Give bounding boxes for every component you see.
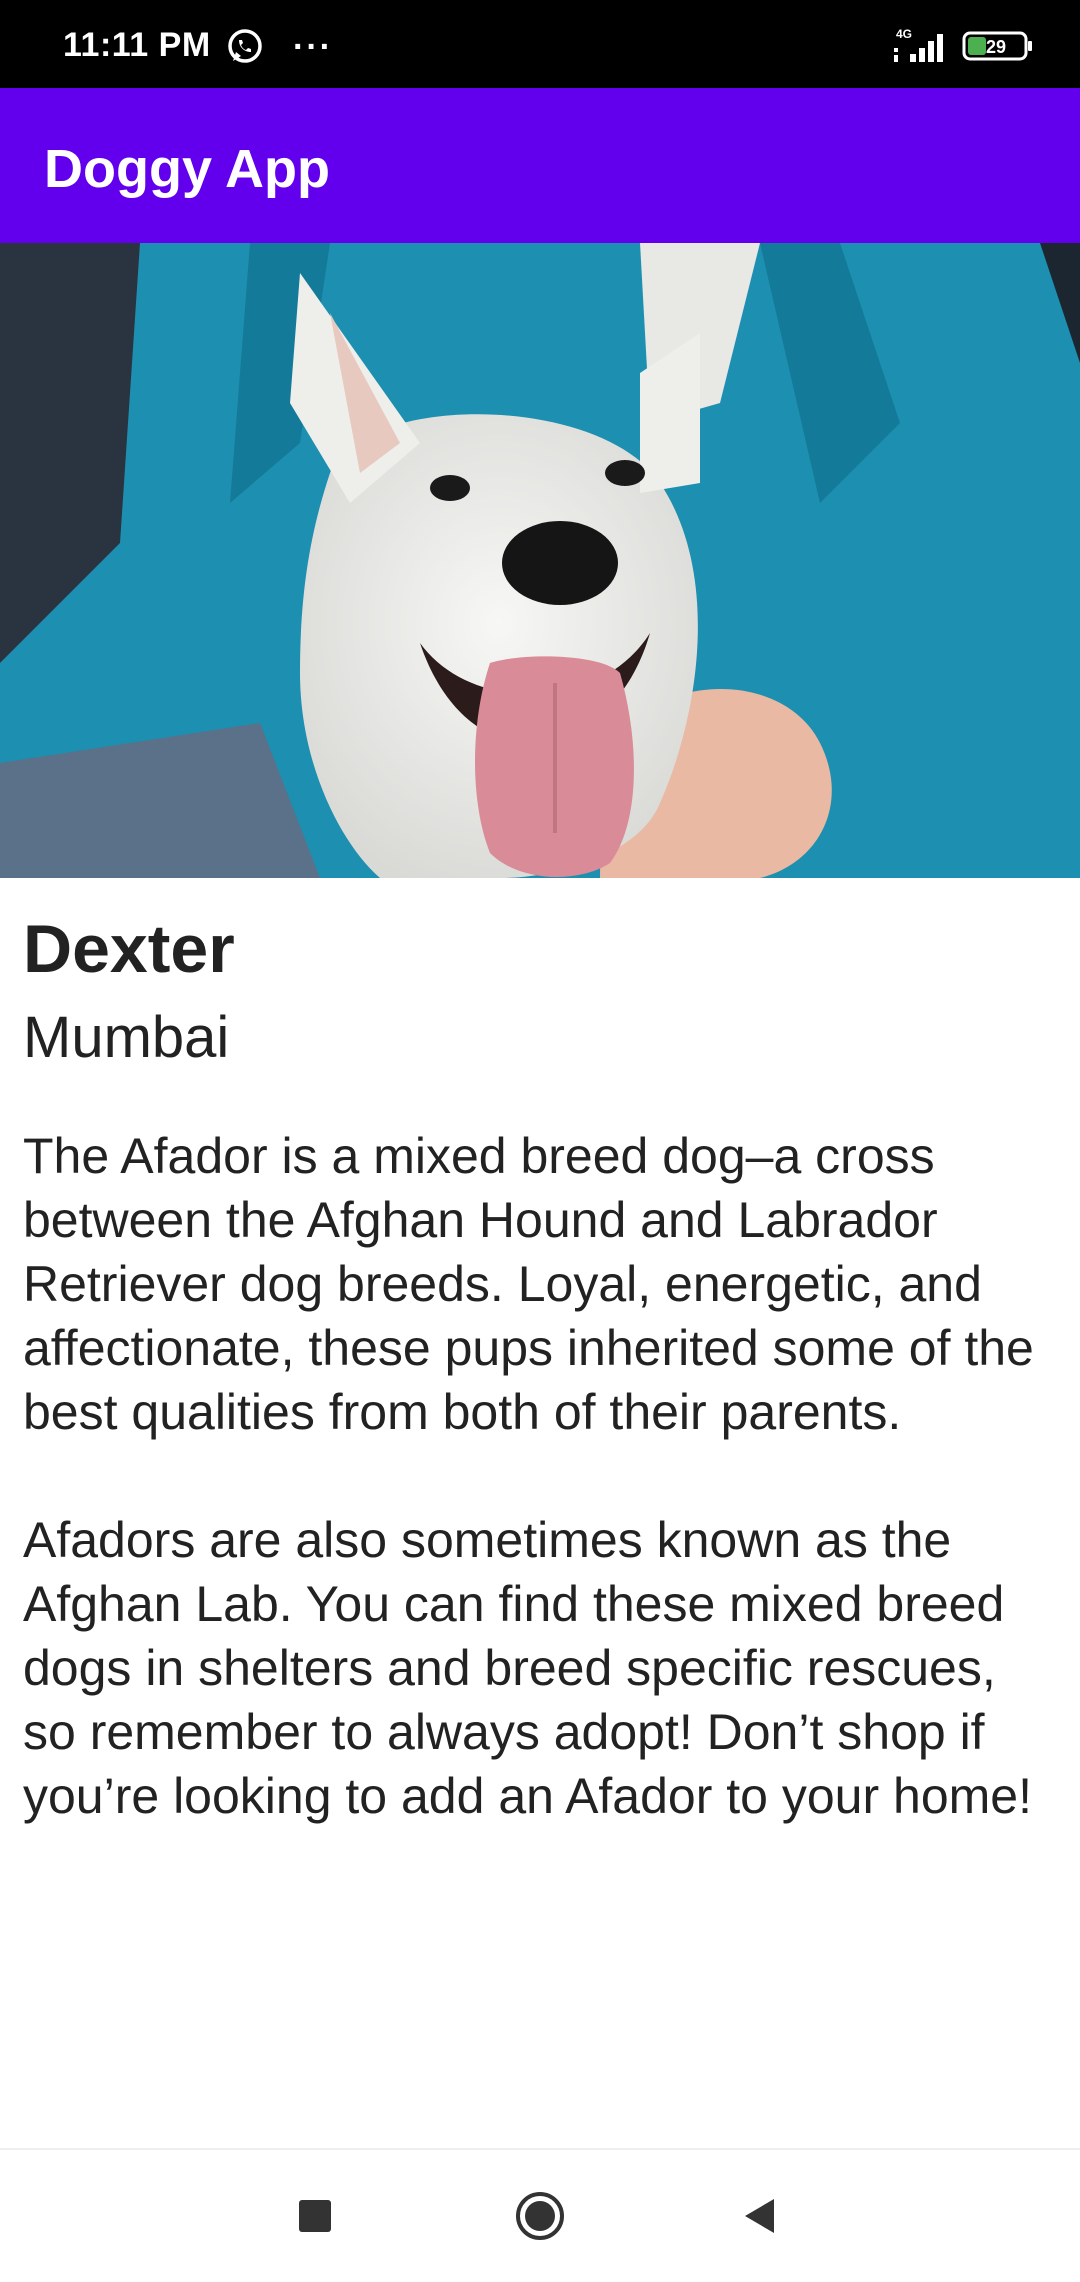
navigation-bar — [0, 2148, 1080, 2282]
status-bar: 11:11 PM ··· 4G 29 — [0, 0, 1080, 88]
recents-button[interactable] — [285, 2186, 345, 2246]
more-notifications-icon: ··· — [293, 28, 333, 66]
circle-icon — [516, 2192, 564, 2240]
battery-level: 29 — [986, 37, 1006, 57]
app-bar: Doggy App — [0, 88, 1080, 243]
dog-photo — [0, 243, 1080, 878]
battery-icon: 29 — [962, 31, 1032, 61]
back-button[interactable] — [730, 2186, 790, 2246]
app-title: Doggy App — [44, 139, 330, 199]
dog-location: Mumbai — [23, 1004, 230, 1070]
dog-photo-illustration — [0, 243, 1080, 878]
dog-name: Dexter — [23, 911, 235, 987]
dog-description: The Afador is a mixed breed dog–a cross … — [23, 1128, 1034, 1825]
home-button[interactable] — [510, 2186, 570, 2246]
square-icon — [299, 2200, 331, 2232]
back-triangle-icon — [745, 2199, 774, 2233]
status-time: 11:11 PM — [63, 26, 211, 64]
network-type-label: 4G — [896, 27, 912, 41]
whatsapp-icon — [228, 29, 262, 63]
dog-details: Dexter Mumbai The Afador is a mixed bree… — [23, 878, 1053, 1828]
signal-icon: 4G — [894, 27, 943, 62]
